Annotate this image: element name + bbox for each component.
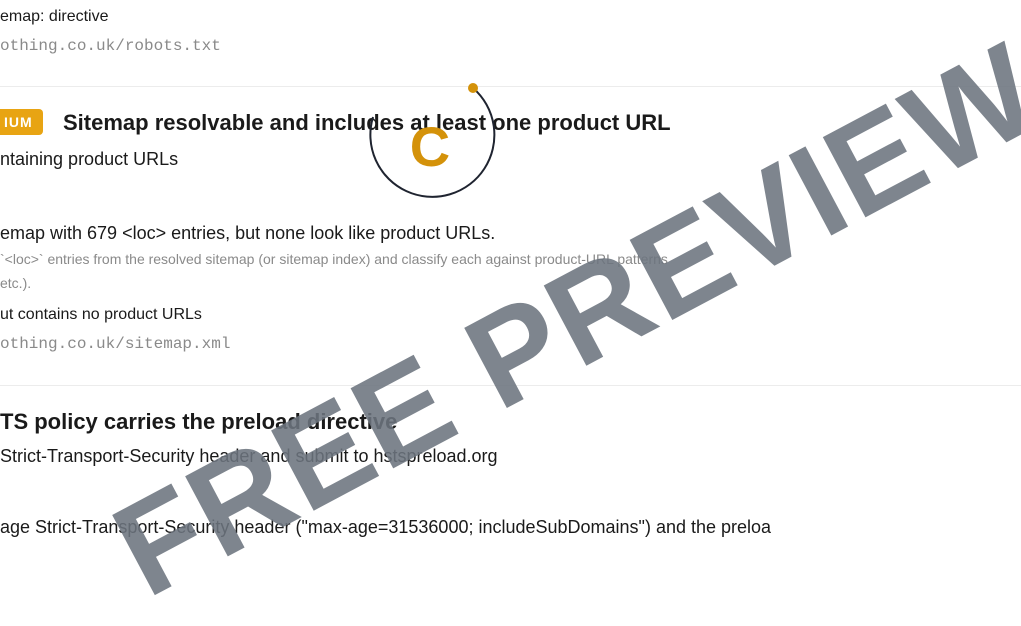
divider — [0, 86, 1021, 87]
robots-url[interactable]: othing.co.uk/robots.txt — [0, 37, 221, 55]
finding-text: age Strict-Transport-Security header ("m… — [0, 517, 772, 537]
check-subtitle: Strict-Transport-Security header and sub… — [0, 446, 498, 466]
evidence-label: ut contains no product URLs — [0, 306, 202, 323]
brand-logo: C — [369, 83, 496, 198]
check-detail-label: emap: directive — [0, 8, 109, 25]
check-title: Sitemap resolvable and includes at least… — [63, 110, 671, 135]
method-text: `<loc>` entries from the resolved sitema… — [0, 251, 668, 267]
sitemap-url[interactable]: othing.co.uk/sitemap.xml — [0, 335, 230, 353]
finding-text: emap with 679 <loc> entries, but none lo… — [0, 223, 496, 243]
check-subtitle: ntaining product URLs — [0, 149, 179, 169]
severity-badge: IUM — [0, 109, 43, 135]
method-text-cont: etc.). — [0, 275, 32, 291]
divider — [0, 385, 1021, 386]
check-title: TS policy carries the preload directive — [0, 409, 398, 434]
